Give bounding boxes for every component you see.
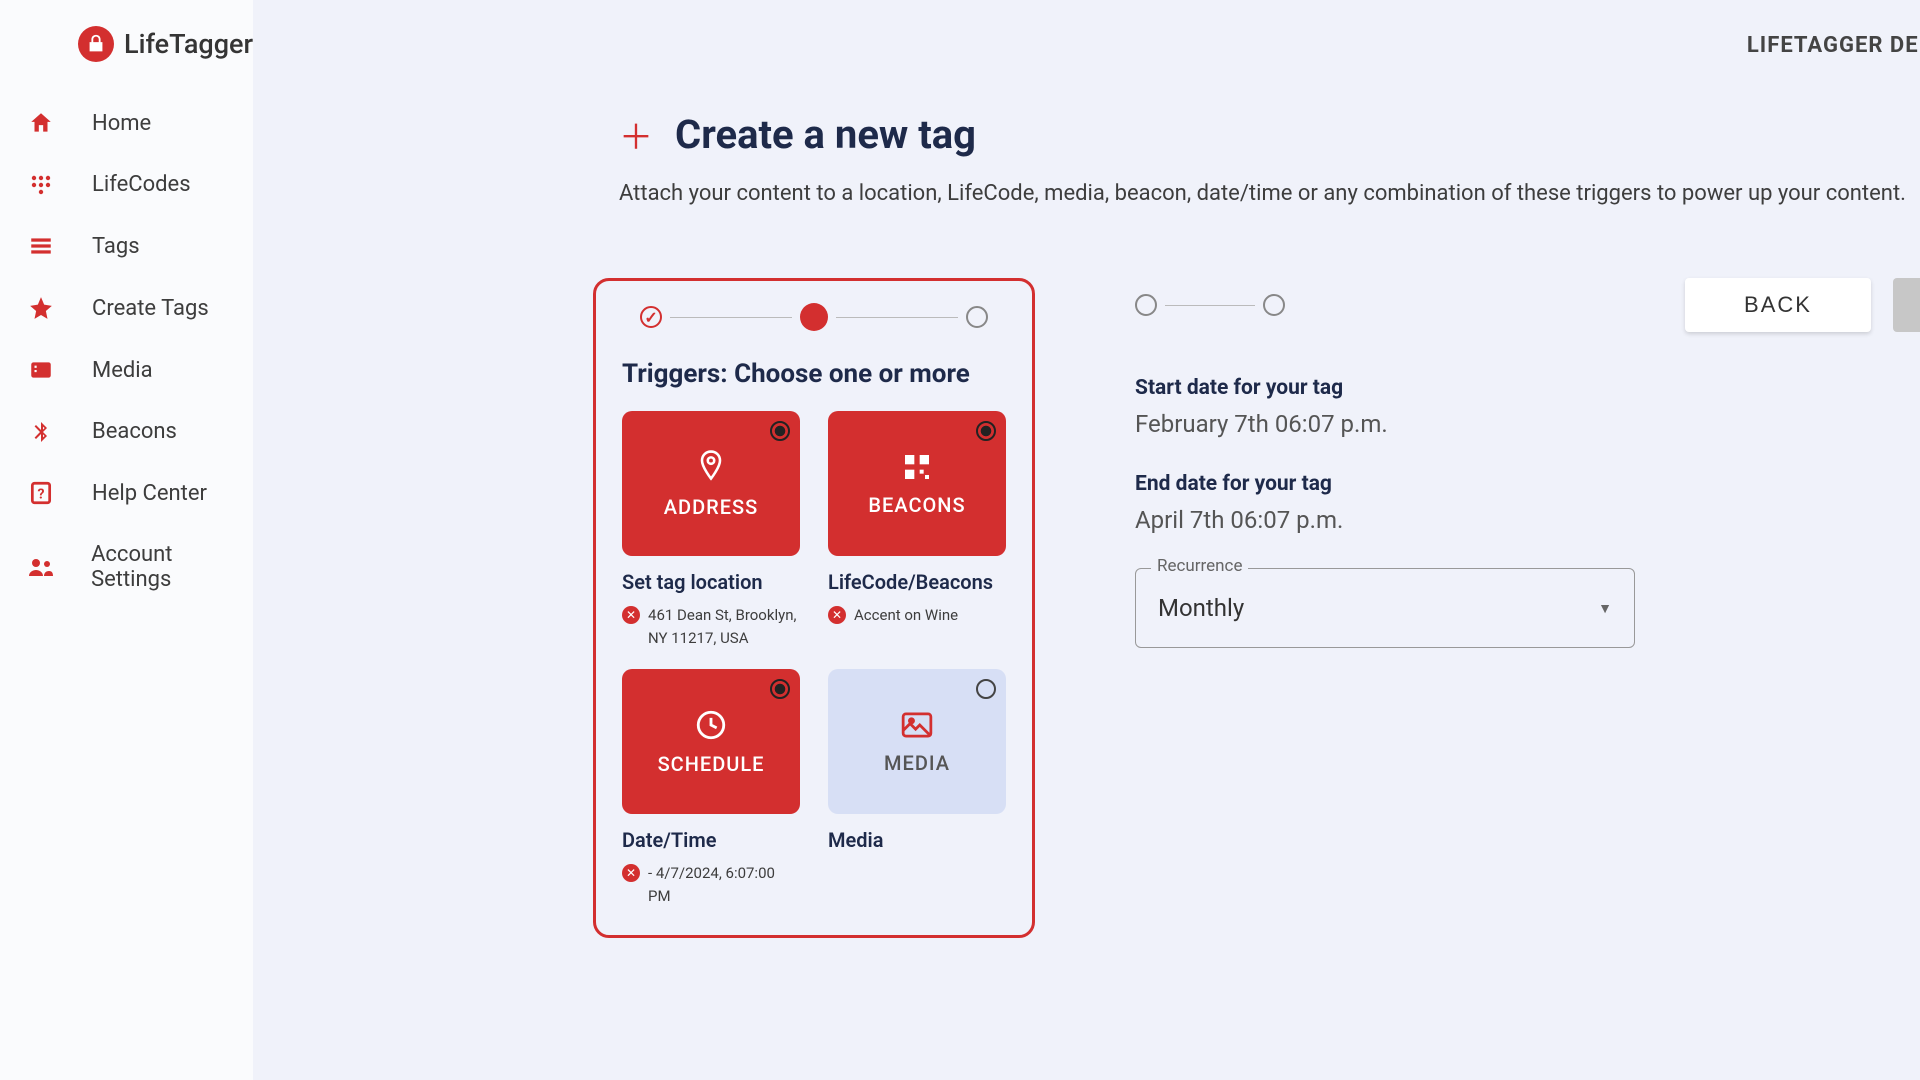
trigger-label: MEDIA bbox=[884, 751, 950, 775]
people-icon bbox=[26, 556, 55, 578]
stepper-right bbox=[1135, 294, 1285, 316]
recurrence-label: Recurrence bbox=[1151, 556, 1248, 576]
step-1[interactable] bbox=[640, 306, 662, 328]
trigger-label: ADDRESS bbox=[664, 495, 758, 519]
stepper-left bbox=[622, 303, 1006, 331]
sidebar-item-lifecodes[interactable]: LifeCodes bbox=[0, 154, 253, 215]
trigger-tile-media[interactable]: MEDIA bbox=[828, 669, 1006, 814]
home-icon bbox=[26, 110, 56, 136]
trigger-subtitle: Set tag location bbox=[622, 570, 800, 594]
page-title: Create a new tag bbox=[675, 111, 976, 158]
list-icon bbox=[26, 233, 56, 259]
radio-selected-icon bbox=[770, 679, 790, 699]
start-date-value[interactable]: February 7th 06:07 p.m. bbox=[1135, 410, 1920, 438]
trigger-subtitle: LifeCode/Beacons bbox=[828, 570, 1006, 594]
radio-unselected-icon bbox=[976, 679, 996, 699]
page-subtitle: Attach your content to a location, LifeC… bbox=[619, 181, 1920, 206]
sidebar-item-account[interactable]: Account Settings bbox=[0, 524, 253, 610]
brand-logo-icon bbox=[78, 26, 114, 62]
end-date-label: End date for your tag bbox=[1135, 472, 1920, 496]
image-icon bbox=[899, 709, 935, 741]
triggers-title: Triggers: Choose one or more bbox=[622, 359, 1006, 389]
sidebar-item-label: LifeCodes bbox=[92, 172, 191, 197]
sidebar-item-beacons[interactable]: Beacons bbox=[0, 401, 253, 462]
brand-logo[interactable]: LifeTagger bbox=[0, 12, 253, 92]
recurrence-value: Monthly bbox=[1158, 594, 1244, 622]
step-5[interactable] bbox=[1263, 294, 1285, 316]
brand-name: LifeTagger bbox=[124, 28, 253, 60]
svg-text:?: ? bbox=[37, 486, 44, 502]
trigger-subtitle: Date/Time bbox=[622, 828, 800, 852]
address-chip: ✕ 461 Dean St, Brooklyn, NY 11217, USA bbox=[622, 604, 800, 649]
radio-selected-icon bbox=[770, 421, 790, 441]
trigger-tile-schedule[interactable]: SCHEDULE bbox=[622, 669, 800, 814]
sidebar-item-label: Create Tags bbox=[92, 296, 209, 321]
sidebar-item-create-tags[interactable]: Create Tags bbox=[0, 277, 253, 339]
sidebar: LifeTagger Home LifeCodes Tags Create Ta… bbox=[0, 0, 253, 1080]
qr-icon bbox=[901, 451, 933, 483]
trigger-tile-address[interactable]: ADDRESS bbox=[622, 411, 800, 556]
remove-chip-icon[interactable]: ✕ bbox=[828, 606, 846, 624]
chip-text: 461 Dean St, Brooklyn, NY 11217, USA bbox=[648, 604, 800, 649]
sidebar-item-label: Tags bbox=[92, 234, 140, 259]
plus-icon: ＋ bbox=[619, 110, 653, 159]
trigger-tile-beacons[interactable]: BEACONS bbox=[828, 411, 1006, 556]
step-2[interactable] bbox=[800, 303, 828, 331]
bluetooth-icon bbox=[26, 420, 56, 444]
sidebar-item-media[interactable]: Media bbox=[0, 339, 253, 401]
step-4[interactable] bbox=[1135, 294, 1157, 316]
step-3[interactable] bbox=[966, 306, 988, 328]
sidebar-item-tags[interactable]: Tags bbox=[0, 215, 253, 277]
sidebar-item-label: Media bbox=[92, 358, 153, 383]
topbar: LIFETAGGER DEMO bbox=[1747, 0, 1920, 90]
triggers-card: Triggers: Choose one or more ADDRESS Set… bbox=[593, 278, 1035, 938]
sidebar-item-label: Help Center bbox=[92, 481, 207, 506]
trigger-label: BEACONS bbox=[868, 493, 965, 517]
sidebar-item-label: Beacons bbox=[92, 419, 177, 444]
sidebar-item-label: Account Settings bbox=[91, 542, 253, 592]
remove-chip-icon[interactable]: ✕ bbox=[622, 864, 640, 882]
remove-chip-icon[interactable]: ✕ bbox=[622, 606, 640, 624]
radio-selected-icon bbox=[976, 421, 996, 441]
dialpad-icon bbox=[26, 173, 56, 197]
start-date-label: Start date for your tag bbox=[1135, 376, 1920, 400]
next-button[interactable]: NEXT bbox=[1893, 278, 1920, 332]
back-button[interactable]: BACK bbox=[1685, 278, 1871, 332]
star-icon bbox=[26, 295, 56, 321]
sidebar-item-label: Home bbox=[92, 111, 151, 136]
schedule-chip: ✕ - 4/7/2024, 6:07:00 PM bbox=[622, 862, 800, 907]
trigger-subtitle: Media bbox=[828, 828, 1006, 852]
end-date-value[interactable]: April 7th 06:07 p.m. bbox=[1135, 506, 1920, 534]
page-header: ＋ Create a new tag Attach your content t… bbox=[253, 0, 1920, 206]
schedule-panel: BACK NEXT Start date for your tag Februa… bbox=[1135, 278, 1920, 648]
sidebar-item-help[interactable]: ? Help Center bbox=[0, 462, 253, 524]
sidebar-item-home[interactable]: Home bbox=[0, 92, 253, 154]
clock-icon bbox=[694, 708, 728, 742]
main: LIFETAGGER DEMO ＋ Create a new tag Attac… bbox=[253, 0, 1920, 1080]
media-icon bbox=[26, 357, 56, 383]
trigger-label: SCHEDULE bbox=[658, 752, 765, 776]
recurrence-select[interactable]: Monthly ▼ bbox=[1135, 568, 1635, 648]
beacon-chip: ✕ Accent on Wine bbox=[828, 604, 1006, 627]
chip-text: - 4/7/2024, 6:07:00 PM bbox=[648, 862, 800, 907]
help-icon: ? bbox=[26, 480, 56, 506]
pin-icon bbox=[695, 449, 727, 485]
chip-text: Accent on Wine bbox=[854, 604, 958, 627]
chevron-down-icon: ▼ bbox=[1598, 600, 1612, 617]
account-name: LIFETAGGER DEMO bbox=[1747, 33, 1920, 58]
